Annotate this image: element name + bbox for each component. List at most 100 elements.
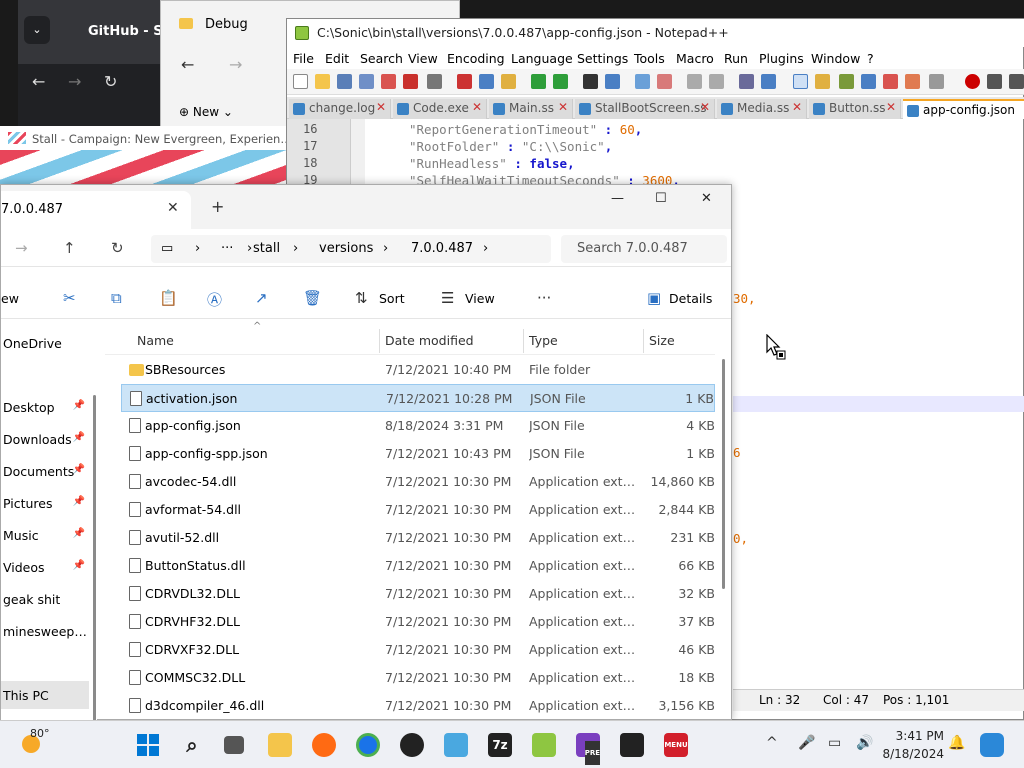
more-path-icon[interactable]: ··· [221, 241, 233, 256]
menu-run[interactable]: Run [724, 51, 748, 66]
show-all-chars-icon[interactable] [761, 74, 776, 89]
record-macro-icon[interactable] [965, 74, 980, 89]
forward-icon[interactable]: → [68, 72, 81, 91]
menu-tools[interactable]: Tools [634, 51, 665, 66]
clock-time[interactable]: 3:41 PM [894, 729, 944, 743]
copilot-icon[interactable] [980, 733, 1004, 757]
zoom-out-icon[interactable] [657, 74, 672, 89]
nav-music[interactable]: Music 📌 [1, 521, 89, 549]
file-row-commsc32[interactable]: COMMSC32.DLL 7/12/2021 10:30 PM Applicatio… [121, 664, 715, 692]
monitoring-icon[interactable] [929, 74, 944, 89]
udl-icon[interactable] [815, 74, 830, 89]
start-button[interactable] [136, 733, 160, 757]
tab-stall-boot-screen[interactable]: StallBootScreen.ss ✕ [575, 99, 715, 119]
nav-geak-shit[interactable]: geak shit [1, 585, 89, 613]
maximize-icon[interactable]: ☐ [655, 191, 667, 206]
close-icon[interactable]: ✕ [167, 200, 179, 216]
up-icon[interactable]: ↑ [63, 239, 76, 257]
scrollbar-thumb[interactable] [722, 359, 725, 589]
forward-icon[interactable]: → [229, 55, 242, 74]
forward-icon[interactable]: → [15, 239, 28, 257]
column-divider[interactable] [379, 329, 380, 353]
close-icon[interactable]: ✕ [886, 100, 896, 114]
column-divider[interactable] [643, 329, 644, 353]
share-icon[interactable]: ↗ [255, 289, 268, 307]
file-row-avutil[interactable]: avutil-52.dll 7/12/2021 10:30 PM Applicati… [121, 524, 715, 552]
tab-button-ss[interactable]: Button.ss ✕ [809, 99, 901, 119]
volume-icon[interactable]: 🔊 [856, 735, 873, 751]
document-map-icon[interactable] [839, 74, 854, 89]
nav-downloads[interactable]: Downloads 📌 [1, 425, 89, 453]
task-view-icon[interactable] [224, 736, 244, 754]
notepad-titlebar[interactable]: C:\Sonic\bin\stall\versions\7.0.0.487\ap… [287, 19, 1024, 47]
nav-desktop[interactable]: Desktop 📌 [1, 393, 89, 421]
paste-icon[interactable] [501, 74, 516, 89]
undo-icon[interactable] [531, 74, 546, 89]
minimize-icon[interactable]: — [611, 191, 624, 206]
menu-app-icon[interactable]: MENU [664, 733, 688, 757]
file-row-cdrvdl32[interactable]: CDRVDL32.DLL 7/12/2021 10:30 PM Applicatio… [121, 580, 715, 608]
file-list-scrollbar[interactable] [719, 341, 727, 721]
find-icon[interactable] [583, 74, 598, 89]
breadcrumb-versions[interactable]: versions [319, 241, 373, 256]
file-row-activation-json[interactable]: activation.json 7/12/2021 10:28 PM JSON Fi… [121, 384, 715, 412]
nav-pictures[interactable]: Pictures 📌 [1, 489, 89, 517]
notepad-plus-plus-taskbar-icon[interactable] [532, 733, 556, 757]
search-icon[interactable]: ⌕ [180, 733, 204, 757]
replace-icon[interactable] [605, 74, 620, 89]
menu-macro[interactable]: Macro [676, 51, 714, 66]
more-options-icon[interactable]: ··· [537, 289, 551, 307]
code-line[interactable]: "RootFolder" : "C:\\Sonic", [409, 139, 612, 154]
file-row-d3dcompiler[interactable]: d3dcompiler_46.dll 7/12/2021 10:30 PM Appl… [121, 692, 715, 720]
chevron-up-icon[interactable]: ^ [766, 735, 778, 751]
zoom-in-icon[interactable] [635, 74, 650, 89]
stop-macro-icon[interactable] [987, 74, 1002, 89]
new-tab-icon[interactable]: + [211, 197, 224, 216]
stall-window-titlebar[interactable]: Stall - Campaign: New Evergreen, Experie… [0, 126, 300, 152]
delete-icon[interactable]: 🗑 [303, 289, 322, 307]
save-icon[interactable] [337, 74, 352, 89]
tab-main-ss[interactable]: Main.ss ✕ [489, 99, 573, 119]
address-bar[interactable]: ▭ › ··· › stall › versions › 7.0.0.487 › [151, 235, 551, 263]
visual-studio-icon[interactable]: PRE [576, 733, 600, 765]
view-button[interactable]: View [465, 291, 495, 306]
menu-search[interactable]: Search [360, 51, 403, 66]
redo-icon[interactable] [553, 74, 568, 89]
firefox-icon[interactable] [312, 733, 336, 757]
sync-horizontal-icon[interactable] [709, 74, 724, 89]
file-row-sbresources[interactable]: SBResources 7/12/2021 10:40 PM File folder [121, 356, 715, 384]
folder-as-workspace-icon[interactable] [883, 74, 898, 89]
close-file-icon[interactable] [381, 74, 396, 89]
open-file-icon[interactable] [315, 74, 330, 89]
chrome-icon[interactable] [356, 733, 380, 757]
file-row-app-config-spp-json[interactable]: app-config-spp.json 7/12/2021 10:43 PM JSO… [121, 440, 715, 468]
column-divider[interactable] [523, 329, 524, 353]
file-row-buttonstatus[interactable]: ButtonStatus.dll 7/12/2021 10:30 PM Applic… [121, 552, 715, 580]
tab-media-ss[interactable]: Media.ss ✕ [717, 99, 807, 119]
file-row-avformat[interactable]: avformat-54.dll 7/12/2021 10:30 PM Applica… [121, 496, 715, 524]
nav-minesweeper[interactable]: minesweeper-x- [1, 617, 89, 645]
menu-help[interactable]: ? [867, 51, 874, 66]
nav-scrollbar[interactable] [93, 395, 96, 721]
tab-code-exe[interactable]: Code.exe ✕ [393, 99, 487, 119]
close-icon[interactable]: ✕ [792, 100, 802, 114]
menu-settings[interactable]: Settings [577, 51, 628, 66]
file-row-app-config-json[interactable]: app-config.json 8/18/2024 3:31 PM JSON Fil… [121, 412, 715, 440]
close-all-icon[interactable] [403, 74, 418, 89]
column-name[interactable]: Name [137, 333, 174, 348]
menu-window[interactable]: Window [811, 51, 860, 66]
close-icon[interactable]: ✕ [472, 100, 482, 114]
file-row-avcodec[interactable]: avcodec-54.dll 7/12/2021 10:30 PM Applicat… [121, 468, 715, 496]
close-icon[interactable]: ✕ [558, 100, 568, 114]
doc-list-icon[interactable] [905, 74, 920, 89]
breadcrumb-version-folder[interactable]: 7.0.0.487 [411, 241, 473, 256]
sync-vertical-icon[interactable] [687, 74, 702, 89]
print-icon[interactable] [427, 74, 442, 89]
nav-documents[interactable]: Documents 📌 [1, 457, 89, 485]
tab-app-config-json[interactable]: app-config.json [903, 99, 1024, 119]
clock-date[interactable]: 8/18/2024 [880, 747, 944, 761]
file-explorer-taskbar-icon[interactable] [268, 733, 292, 757]
copy-icon[interactable] [479, 74, 494, 89]
close-window-icon[interactable]: ✕ [701, 191, 712, 206]
save-all-icon[interactable] [359, 74, 374, 89]
